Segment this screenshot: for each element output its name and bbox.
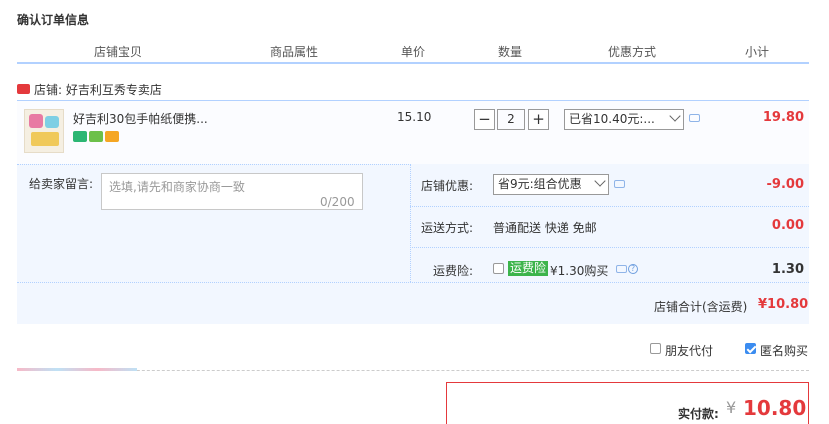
chevron-down-icon: [594, 175, 606, 187]
item-subtotal: 19.80: [762, 110, 804, 125]
quantity-input[interactable]: 2: [497, 109, 525, 130]
row-divider: [410, 206, 809, 207]
unit-price: 15.10: [397, 110, 432, 124]
message-placeholder: 选填,请先和商家协商一致: [109, 180, 245, 194]
shop-discount-amount: -9.00: [766, 177, 804, 192]
shop-icon: [17, 84, 30, 94]
product-thumbnail[interactable]: [24, 109, 64, 153]
col-header-attributes: 商品属性: [270, 45, 319, 59]
shop-name[interactable]: 店铺: 好吉利互秀专卖店: [34, 81, 162, 98]
shipping-method: 普通配送 快递 免邮: [493, 221, 597, 235]
shop-total-amount: ¥10.80: [758, 297, 809, 312]
decorative-stripe: [17, 368, 137, 371]
col-header-item: 店铺宝贝: [94, 45, 143, 59]
insurance-tag: 运费险: [508, 261, 549, 276]
quantity-plus-button[interactable]: +: [528, 109, 549, 130]
col-header-discount: 优惠方式: [608, 45, 657, 59]
help-icon[interactable]: ?: [628, 264, 638, 274]
product-name[interactable]: 好吉利30包手帕纸便携...: [73, 110, 208, 127]
chevron-down-icon: [669, 110, 681, 122]
friend-pay-checkbox[interactable]: [650, 343, 661, 354]
page-title: 确认订单信息: [17, 13, 90, 27]
item-discount-select[interactable]: 已省10.40元:...: [564, 109, 684, 130]
row-divider: [17, 282, 809, 283]
item-discount-select-value: 已省10.40元:...: [569, 112, 655, 126]
friend-pay-label[interactable]: 朋友代付: [665, 342, 713, 359]
chat-icon[interactable]: [614, 180, 625, 188]
shop-discount-select-value: 省9元:组合优惠: [498, 177, 582, 191]
payment-currency: ¥: [726, 398, 737, 417]
message-char-count: 0/200: [320, 195, 355, 209]
payment-amount: 10.80: [743, 396, 807, 420]
payment-label: 实付款:: [678, 407, 719, 421]
insurance-amount: 1.30: [771, 262, 804, 277]
header-divider: [17, 62, 809, 64]
col-header-unit-price: 单价: [401, 45, 426, 59]
shop-discount-label: 店铺优惠:: [421, 179, 474, 193]
seven-day-return-icon[interactable]: [73, 131, 87, 142]
shop-total-label: 店铺合计(含运费): [654, 300, 748, 314]
insurance-label: 运费险:: [433, 264, 474, 278]
chat-icon[interactable]: [689, 114, 700, 122]
message-label: 给卖家留言:: [29, 177, 94, 191]
row-divider: [410, 247, 809, 248]
guarantee-icon[interactable]: [89, 131, 103, 142]
quantity-minus-button[interactable]: −: [474, 109, 495, 130]
shipping-amount: 0.00: [771, 218, 804, 233]
chat-icon[interactable]: [616, 265, 627, 273]
shipping-label: 运送方式:: [421, 221, 474, 235]
insurance-checkbox[interactable]: [493, 263, 504, 274]
col-header-quantity: 数量: [498, 45, 523, 59]
anonymous-label[interactable]: 匿名购买: [760, 342, 808, 359]
insurance-price: ¥1.30购买: [550, 264, 609, 278]
anonymous-checkbox[interactable]: [745, 343, 756, 354]
col-header-subtotal: 小计: [745, 45, 770, 59]
shop-discount-select[interactable]: 省9元:组合优惠: [493, 174, 609, 195]
credit-card-icon[interactable]: [105, 131, 119, 142]
